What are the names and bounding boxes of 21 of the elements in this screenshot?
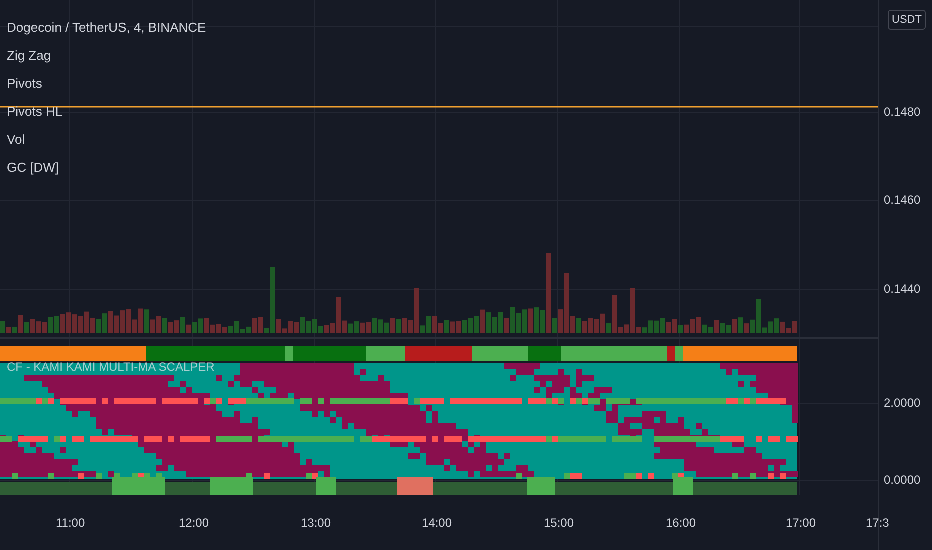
indicator-label[interactable]: Pivots [7,75,206,92]
symbol-title: Dogecoin / TetherUS, 4, BINANCE [7,19,206,36]
time-axis-label: 15:00 [544,516,574,530]
indicator-label[interactable]: GC [DW] [7,159,206,176]
indicator-label[interactable]: Zig Zag [7,47,206,64]
time-axis-label: 16:00 [666,516,696,530]
price-axis-label: 0.1440 [884,282,921,296]
price-axis-label: 0.1480 [884,105,921,119]
time-axis-label: 14:00 [422,516,452,530]
time-axis-label: 13:00 [301,516,332,530]
time-axis-label: 12:00 [179,516,210,530]
time-axis-label: 17:00 [786,516,816,530]
price-axis-label: 2.0000 [884,396,921,410]
price-axis-label: 0.1460 [884,193,921,207]
time-axis-label: 17:3 [866,516,890,530]
time-axis-label: 11:00 [56,516,86,530]
indicator-label[interactable]: Vol [7,131,206,148]
indicator-label[interactable]: Pivots HL [7,103,206,120]
currency-badge[interactable]: USDT [888,10,926,30]
price-axis-label: 0.0000 [884,473,921,487]
indicator-title: CF - KAMI KAMI MULTI-MA SCALPER [7,360,215,374]
